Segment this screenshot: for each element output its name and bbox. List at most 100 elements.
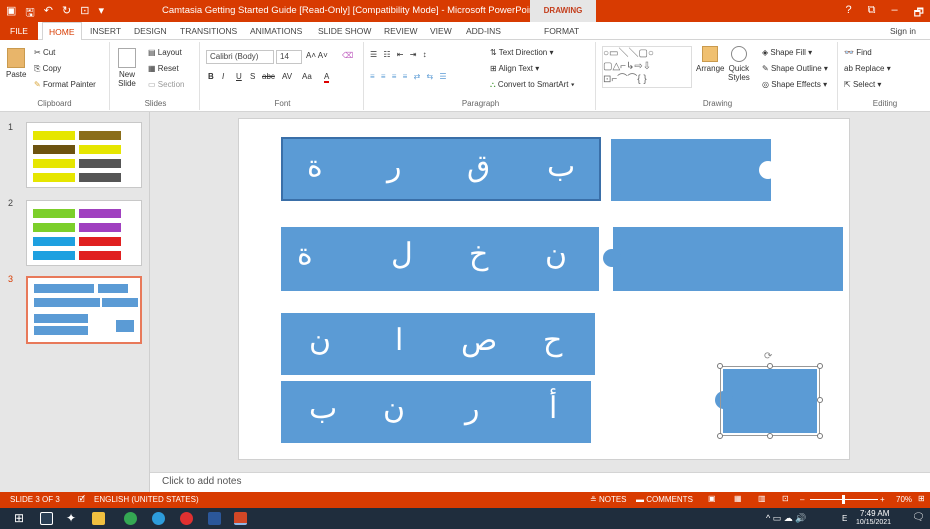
zoom-slider-thumb[interactable] <box>842 495 845 504</box>
resize-handle[interactable] <box>817 397 823 403</box>
sign-in-link[interactable]: Sign in <box>890 26 916 36</box>
keyboard-language[interactable]: E <box>842 514 847 523</box>
slide-thumbnail-1[interactable] <box>26 122 142 188</box>
tab-home[interactable]: HOME <box>42 22 82 41</box>
resize-handle[interactable] <box>767 363 773 369</box>
puzzle-row-1[interactable]: ة ر ق ب <box>281 137 601 201</box>
customize-qat-icon[interactable]: ▾ <box>98 4 104 23</box>
tab-review[interactable]: REVIEW <box>384 26 418 36</box>
clear-format-icon[interactable]: ⌫ <box>342 51 353 60</box>
shapes-gallery[interactable]: ○▭＼＼▢○ ▢△⌐↳⇨⇩ ⊡⌐⌒⌒{ } <box>602 46 692 88</box>
redo-icon[interactable]: ↻ <box>62 4 71 23</box>
zoom-in-button[interactable]: + <box>880 495 885 504</box>
tab-view[interactable]: VIEW <box>430 26 452 36</box>
italic-button[interactable]: I <box>222 72 224 81</box>
slide-canvas[interactable]: ة ر ق ب ة ل خ ن ن ا ص ح ب ن ر أ ⟳ <box>238 118 850 460</box>
cut-button[interactable]: ✂ Cut <box>34 48 55 57</box>
tab-format[interactable]: FORMAT <box>544 26 579 36</box>
resize-handle[interactable] <box>817 433 823 439</box>
comments-button[interactable]: ▬ COMMENTS <box>636 495 693 504</box>
reset-button[interactable]: ▦ Reset <box>148 64 179 73</box>
tab-file[interactable]: FILE <box>0 22 38 40</box>
bold-button[interactable]: B <box>208 72 214 81</box>
powerpoint-taskbar-icon[interactable] <box>234 512 247 525</box>
font-color-button[interactable]: A <box>324 72 330 83</box>
underline-button[interactable]: U <box>236 72 242 81</box>
fit-slide-icon[interactable]: ⊞ <box>918 494 925 503</box>
normal-view-icon[interactable]: ▣ <box>708 494 716 503</box>
shadow-button[interactable]: S <box>250 72 255 81</box>
replace-button[interactable]: ab Replace ▾ <box>844 64 891 73</box>
windows-start-icon[interactable]: ⊞ <box>14 512 27 525</box>
puzzle-row-3[interactable]: ن ا ص ح <box>281 313 595 375</box>
notes-pane[interactable]: Click to add notes <box>150 472 930 492</box>
tab-insert[interactable]: INSERT <box>90 26 121 36</box>
ribbon-display-button[interactable]: ⧉ <box>868 4 876 23</box>
text-direction-button[interactable]: ⇅ Text Direction ▾ <box>490 48 554 57</box>
notes-button[interactable]: ≗ NOTES <box>590 495 627 504</box>
start-presentation-icon[interactable]: ⊡ <box>80 4 89 23</box>
puzzle-empty-piece[interactable] <box>611 139 771 201</box>
quick-styles-button[interactable]: Quick Styles <box>728 46 750 82</box>
maximize-button[interactable]: 🗗 <box>914 4 924 23</box>
save-icon[interactable]: 🖫 <box>25 4 34 23</box>
clock-time[interactable]: 7:49 AM <box>860 509 889 518</box>
settings-icon[interactable]: ✦ <box>66 512 79 525</box>
slide-thumbnails-pane[interactable]: 1 2 3 <box>0 112 150 492</box>
align-text-button[interactable]: ⊞ Align Text ▾ <box>490 64 539 73</box>
system-tray-icons[interactable]: ^ ▭ ☁ 🔊 <box>766 513 806 524</box>
language-indicator[interactable]: ENGLISH (UNITED STATES) <box>94 495 199 504</box>
shape-outline-button[interactable]: ✎ Shape Outline ▾ <box>762 64 828 73</box>
arrange-button[interactable]: Arrange <box>696 46 724 73</box>
tab-transitions[interactable]: TRANSITIONS <box>180 26 237 36</box>
slideshow-view-icon[interactable]: ⊡ <box>782 494 789 503</box>
slide-sorter-icon[interactable]: ▦ <box>734 494 742 503</box>
zoom-out-button[interactable]: – <box>800 495 804 504</box>
convert-smartart-button[interactable]: ⛬ Convert to SmartArt ▾ <box>490 80 575 90</box>
new-slide-button[interactable]: New Slide <box>118 48 136 88</box>
slide-thumbnail-3[interactable] <box>26 276 142 344</box>
puzzle-row-4[interactable]: ب ن ر أ <box>281 381 591 443</box>
help-button[interactable]: ? <box>846 4 852 23</box>
tab-slide-show[interactable]: SLIDE SHOW <box>318 26 371 36</box>
tab-design[interactable]: DESIGN <box>134 26 167 36</box>
strikethrough-button[interactable]: abc <box>262 72 275 81</box>
opera-icon[interactable] <box>180 512 193 525</box>
paste-button[interactable]: Paste <box>6 48 26 79</box>
task-view-icon[interactable] <box>40 512 53 525</box>
resize-handle[interactable] <box>717 363 723 369</box>
shape-effects-button[interactable]: ◎ Shape Effects ▾ <box>762 80 827 89</box>
resize-handle[interactable] <box>717 433 723 439</box>
shape-fill-button[interactable]: ◈ Shape Fill ▾ <box>762 48 812 57</box>
minimize-button[interactable]: – <box>892 4 898 23</box>
notifications-icon[interactable]: 🗨 <box>912 512 925 523</box>
spelling-icon[interactable]: 🗹 <box>78 494 85 508</box>
resize-handle[interactable] <box>767 433 773 439</box>
slide-thumbnail-2[interactable] <box>26 200 142 266</box>
puzzle-empty-piece[interactable] <box>613 227 843 291</box>
change-case-button[interactable]: Aa <box>302 72 312 81</box>
puzzle-row-2[interactable]: ة ل خ ن <box>281 227 599 291</box>
list-buttons[interactable]: ☰ ☷ ⇤ ⇥ ↕ <box>370 50 429 59</box>
undo-icon[interactable]: ↶ <box>44 4 53 23</box>
grow-font-button[interactable]: A˄ A˅ <box>306 51 328 60</box>
tab-animations[interactable]: ANIMATIONS <box>250 26 302 36</box>
clock-date[interactable]: 10/15/2021 <box>856 519 891 526</box>
rotate-handle[interactable]: ⟳ <box>764 351 772 362</box>
zoom-level[interactable]: 70% <box>896 495 912 504</box>
select-button[interactable]: ⇱ Select ▾ <box>844 80 881 89</box>
word-icon[interactable] <box>208 512 221 525</box>
format-painter-button[interactable]: ✎ Format Painter <box>34 80 96 89</box>
chrome-icon[interactable] <box>124 512 137 525</box>
layout-button[interactable]: ▤ Layout <box>148 48 182 57</box>
resize-handle[interactable] <box>817 363 823 369</box>
edge-icon[interactable] <box>152 512 165 525</box>
reading-view-icon[interactable]: ▥ <box>758 494 766 503</box>
char-spacing-button[interactable]: AV <box>282 72 292 81</box>
powerpoint-icon[interactable]: ▣ <box>6 4 16 23</box>
file-explorer-icon[interactable] <box>92 512 105 525</box>
font-size-combo[interactable]: 14 <box>276 50 302 64</box>
find-button[interactable]: 👓 Find <box>844 48 872 57</box>
copy-button[interactable]: ⎘ Copy <box>34 64 61 74</box>
font-name-combo[interactable]: Calibri (Body) <box>206 50 274 64</box>
